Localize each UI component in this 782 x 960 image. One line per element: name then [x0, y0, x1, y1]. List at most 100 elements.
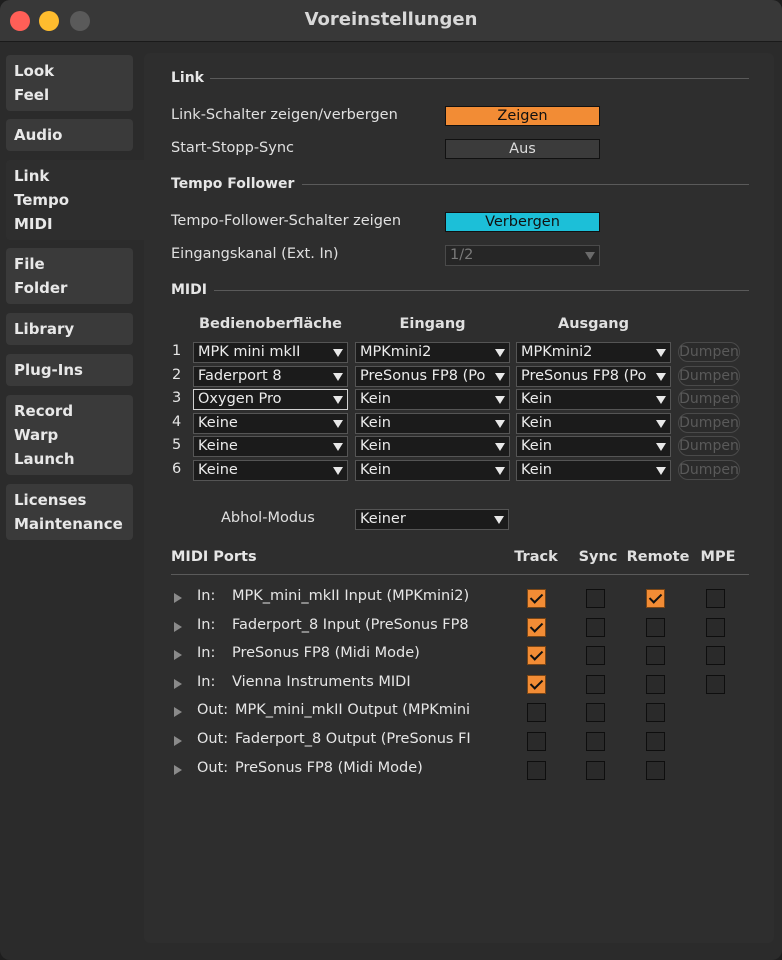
tempo-follower-toggle-button[interactable]: Verbergen	[445, 212, 600, 232]
midi-output-select[interactable]: Kein	[516, 460, 671, 481]
dump-button[interactable]: Dumpen	[678, 342, 740, 362]
midi-output-select-value: PreSonus FP8 (Po	[521, 368, 647, 384]
disclosure-triangle-icon[interactable]	[174, 679, 182, 689]
port-direction: Out:	[197, 702, 229, 718]
section-divider	[210, 78, 749, 79]
pickup-mode-value: Keiner	[360, 511, 406, 527]
chevron-down-icon	[495, 396, 505, 404]
track-checkbox[interactable]	[527, 761, 546, 780]
column-header-output: Ausgang	[557, 316, 630, 332]
control-surface-select[interactable]: MPK mini mkII	[193, 342, 348, 363]
input-channel-select[interactable]: 1/2	[445, 245, 600, 266]
tab-library[interactable]: Library	[6, 313, 133, 345]
sync-checkbox[interactable]	[586, 703, 605, 722]
midi-port-row: Out: MPK_mini_mkII Output (MPKmini	[144, 698, 774, 726]
tab-plug-ins[interactable]: Plug-Ins	[6, 354, 133, 386]
disclosure-triangle-icon[interactable]	[174, 765, 182, 775]
pickup-mode-select[interactable]: Keiner	[355, 509, 509, 530]
chevron-down-icon	[585, 252, 595, 260]
link-toggle-label: Link-Schalter zeigen/verbergen	[171, 107, 398, 123]
remote-checkbox[interactable]	[646, 618, 665, 637]
midi-input-select-value: MPKmini2	[360, 344, 432, 360]
midi-input-select[interactable]: PreSonus FP8 (Po	[355, 366, 510, 387]
control-surface-select-value: Keine	[198, 415, 238, 431]
chevron-down-icon	[333, 373, 343, 381]
chevron-down-icon	[333, 349, 343, 357]
tab-label-line: Link	[14, 167, 50, 185]
disclosure-triangle-icon[interactable]	[174, 650, 182, 660]
midi-output-select[interactable]: Kein	[516, 389, 671, 410]
chevron-down-icon	[333, 443, 343, 451]
midi-port-row: In: Faderport_8 Input (PreSonus FP8	[144, 613, 774, 641]
control-surface-select[interactable]: Keine	[193, 413, 348, 434]
midi-input-select[interactable]: Kein	[355, 436, 510, 457]
disclosure-triangle-icon[interactable]	[174, 707, 182, 717]
remote-checkbox[interactable]	[646, 761, 665, 780]
dump-button[interactable]: Dumpen	[678, 436, 740, 456]
column-header-sync: Sync	[578, 549, 618, 565]
port-name: Faderport_8 Output (PreSonus FI	[235, 731, 471, 747]
port-name: MPK_mini_mkII Input (MPKmini2)	[232, 588, 470, 604]
remote-checkbox[interactable]	[646, 703, 665, 722]
control-surface-select[interactable]: Oxygen Pro	[193, 389, 348, 410]
sync-checkbox[interactable]	[586, 589, 605, 608]
midi-output-select[interactable]: Kein	[516, 413, 671, 434]
sync-checkbox[interactable]	[586, 732, 605, 751]
chevron-down-icon	[495, 443, 505, 451]
midi-input-select[interactable]: Kein	[355, 413, 510, 434]
midi-input-select-value: Kein	[360, 415, 391, 431]
tab-record-warp-launch[interactable]: Record Warp Launch	[6, 395, 133, 475]
dump-button[interactable]: Dumpen	[678, 413, 740, 433]
track-checkbox[interactable]	[527, 732, 546, 751]
track-checkbox[interactable]	[527, 589, 546, 608]
disclosure-triangle-icon[interactable]	[174, 736, 182, 746]
track-checkbox[interactable]	[527, 703, 546, 722]
disclosure-triangle-icon[interactable]	[174, 593, 182, 603]
track-checkbox[interactable]	[527, 675, 546, 694]
remote-checkbox[interactable]	[646, 732, 665, 751]
dump-button[interactable]: Dumpen	[678, 460, 740, 480]
midi-output-select-value: Kein	[521, 415, 552, 431]
port-direction: In:	[197, 617, 216, 633]
control-surface-select-value: MPK mini mkII	[198, 344, 301, 360]
mpe-checkbox[interactable]	[706, 675, 725, 694]
row-number: 4	[172, 414, 182, 430]
tab-label-line: Feel	[14, 86, 50, 104]
tab-look-feel[interactable]: Look Feel	[6, 55, 133, 111]
tab-label-line: Warp	[14, 426, 59, 444]
midi-port-row: In: PreSonus FP8 (Midi Mode)	[144, 641, 774, 669]
remote-checkbox[interactable]	[646, 589, 665, 608]
track-checkbox[interactable]	[527, 618, 546, 637]
dump-button[interactable]: Dumpen	[678, 366, 740, 386]
midi-output-select[interactable]: PreSonus FP8 (Po	[516, 366, 671, 387]
tab-licenses-maintenance[interactable]: Licenses Maintenance	[6, 484, 133, 540]
sync-checkbox[interactable]	[586, 646, 605, 665]
remote-checkbox[interactable]	[646, 675, 665, 694]
track-checkbox[interactable]	[527, 646, 546, 665]
remote-checkbox[interactable]	[646, 646, 665, 665]
port-name: PreSonus FP8 (Midi Mode)	[235, 760, 423, 776]
tab-file-folder[interactable]: File Folder	[6, 248, 133, 304]
mpe-checkbox[interactable]	[706, 618, 725, 637]
midi-output-select[interactable]: MPKmini2	[516, 342, 671, 363]
midi-input-select[interactable]: Kein	[355, 460, 510, 481]
link-toggle-button[interactable]: Zeigen	[445, 106, 600, 126]
tab-link-tempo-midi[interactable]: Link Tempo MIDI	[6, 160, 146, 240]
sync-checkbox[interactable]	[586, 618, 605, 637]
start-stop-sync-button[interactable]: Aus	[445, 139, 600, 159]
control-surface-select[interactable]: Faderport 8	[193, 366, 348, 387]
disclosure-triangle-icon[interactable]	[174, 622, 182, 632]
midi-port-row: In: Vienna Instruments MIDI	[144, 670, 774, 698]
midi-output-select[interactable]: Kein	[516, 436, 671, 457]
mpe-checkbox[interactable]	[706, 589, 725, 608]
sync-checkbox[interactable]	[586, 761, 605, 780]
control-surface-select[interactable]: Keine	[193, 460, 348, 481]
midi-input-select[interactable]: MPKmini2	[355, 342, 510, 363]
sync-checkbox[interactable]	[586, 675, 605, 694]
tab-audio[interactable]: Audio	[6, 119, 133, 151]
control-surface-select[interactable]: Keine	[193, 436, 348, 457]
midi-input-select[interactable]: Kein	[355, 389, 510, 410]
dump-button[interactable]: Dumpen	[678, 389, 740, 409]
midi-ports-title: MIDI Ports	[171, 549, 257, 565]
mpe-checkbox[interactable]	[706, 646, 725, 665]
